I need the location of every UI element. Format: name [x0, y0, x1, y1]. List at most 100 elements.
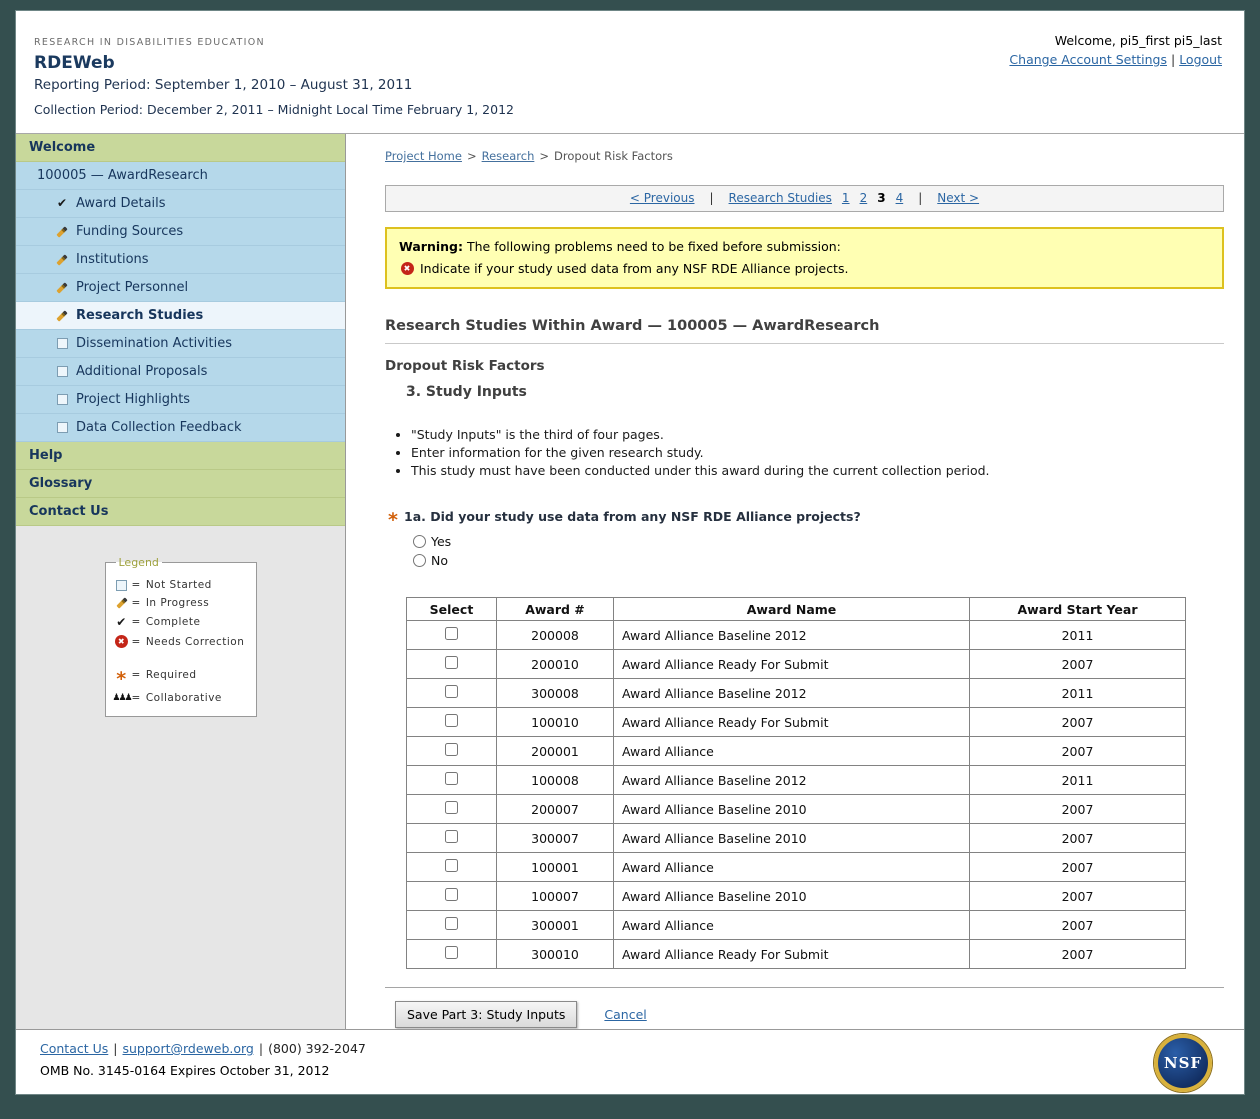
select-award-checkbox[interactable] [445, 656, 458, 669]
award-start-year-cell: 2007 [970, 853, 1186, 882]
sidebar-item[interactable]: Institutions [16, 246, 345, 274]
sidebar-item[interactable]: Additional Proposals [16, 358, 345, 386]
select-award-checkbox[interactable] [445, 859, 458, 872]
radio-option-yes[interactable]: Yes [413, 532, 1224, 551]
select-cell [407, 766, 497, 795]
sidebar-item[interactable]: Dissemination Activities [16, 330, 345, 358]
previous-page-link[interactable]: < Previous [630, 191, 695, 205]
table-row: 200010 Award Alliance Ready For Submit 2… [407, 650, 1186, 679]
table-row: 300001 Award Alliance 2007 [407, 911, 1186, 940]
award-number-cell: 300001 [497, 911, 614, 940]
sidebar-item[interactable]: Data Collection Feedback [16, 414, 345, 442]
instruction-item: Enter information for the given research… [411, 445, 1224, 460]
page-number-link[interactable]: 4 [896, 191, 904, 205]
sidebar-item[interactable]: Funding Sources [16, 218, 345, 246]
equals-sign: = [132, 579, 141, 591]
award-name-cell: Award Alliance [614, 911, 970, 940]
table-header-row: Select Award # Award Name Award Start Ye… [407, 598, 1186, 621]
legend-item: = Not Started [114, 579, 248, 591]
breadcrumb-separator: > [539, 149, 549, 163]
reporting-period: Reporting Period: September 1, 2010 – Au… [34, 77, 1244, 93]
sidebar-item-label: Data Collection Feedback [76, 414, 242, 441]
sidebar-item[interactable]: Award Details [16, 190, 345, 218]
equals-sign: = [132, 669, 141, 681]
warning-box: Warning:The following problems need to b… [385, 227, 1224, 289]
legend-title: Legend [116, 556, 162, 569]
yes-radio[interactable] [413, 535, 426, 548]
sidebar-item[interactable]: Project Personnel [16, 274, 345, 302]
sidebar: Welcome 100005 — AwardResearch Award Det… [16, 134, 346, 1029]
page-number-link[interactable]: 1 [842, 191, 850, 205]
form-actions: Save Part 3: Study Inputs Cancel [395, 1001, 1224, 1028]
no-radio[interactable] [413, 554, 426, 567]
breadcrumb-project-home-link[interactable]: Project Home [385, 149, 462, 163]
award-number-cell: 300008 [497, 679, 614, 708]
welcome-user: Welcome, pi5_first pi5_last [1009, 33, 1222, 48]
square-icon [54, 394, 70, 405]
logout-link[interactable]: Logout [1179, 52, 1222, 67]
select-cell [407, 679, 497, 708]
sidebar-item-label: Award Details [76, 190, 166, 217]
footer-contact-us-link[interactable]: Contact Us [40, 1041, 108, 1056]
award-name-cell: Award Alliance Baseline 2012 [614, 766, 970, 795]
sidebar-item-contact-us[interactable]: Contact Us [16, 498, 345, 526]
select-award-checkbox[interactable] [445, 743, 458, 756]
research-studies-link[interactable]: Research Studies [729, 191, 832, 205]
award-name-cell: Award Alliance Baseline 2010 [614, 882, 970, 911]
select-cell [407, 708, 497, 737]
change-account-settings-link[interactable]: Change Account Settings [1009, 52, 1167, 67]
page-heading: 3. Study Inputs [406, 384, 1224, 400]
question-1a-options: Yes No [413, 532, 1224, 570]
table-row: 200007 Award Alliance Baseline 2010 2007 [407, 795, 1186, 824]
people-icon [114, 693, 130, 703]
cancel-link[interactable]: Cancel [604, 1007, 646, 1022]
select-award-checkbox[interactable] [445, 714, 458, 727]
main-content: Project Home>Research>Dropout Risk Facto… [346, 134, 1244, 1029]
next-page-link[interactable]: Next > [937, 191, 979, 205]
award-start-year-cell: 2007 [970, 911, 1186, 940]
pagination-bar: < Previous|Research Studies1234|Next > [385, 185, 1224, 212]
radio-option-no[interactable]: No [413, 551, 1224, 570]
table-row: 200008 Award Alliance Baseline 2012 2011 [407, 621, 1186, 650]
sidebar-item-welcome[interactable]: Welcome [16, 134, 345, 162]
legend-item-label: Complete [146, 616, 201, 628]
support-email-link[interactable]: support@rdeweb.org [123, 1041, 254, 1056]
save-button[interactable]: Save Part 3: Study Inputs [395, 1001, 577, 1028]
award-name-cell: Award Alliance Baseline 2012 [614, 621, 970, 650]
separator: | [710, 191, 714, 205]
legend-item: = Complete [114, 615, 248, 629]
page-number-link: 3 [877, 191, 885, 205]
select-cell [407, 940, 497, 969]
award-number-cell: 100008 [497, 766, 614, 795]
award-number-cell: 100001 [497, 853, 614, 882]
select-award-checkbox[interactable] [445, 685, 458, 698]
sidebar-item-award[interactable]: 100005 — AwardResearch [16, 162, 345, 190]
sidebar-item[interactable]: Project Highlights [16, 386, 345, 414]
sidebar-item[interactable]: Research Studies [16, 302, 345, 330]
select-award-checkbox[interactable] [445, 801, 458, 814]
select-award-checkbox[interactable] [445, 888, 458, 901]
page-number-link[interactable]: 2 [860, 191, 868, 205]
column-header-select: Select [407, 598, 497, 621]
award-start-year-cell: 2007 [970, 650, 1186, 679]
select-award-checkbox[interactable] [445, 627, 458, 640]
breadcrumb-separator: > [467, 149, 477, 163]
nsf-logo-text: NSF [1164, 1054, 1202, 1072]
sidebar-lower-panel: Legend = Not Started = In Progress [16, 526, 345, 1029]
sidebar-item-glossary[interactable]: Glossary [16, 470, 345, 498]
breadcrumb-research-link[interactable]: Research [482, 149, 535, 163]
nsf-logo: NSF [1154, 1034, 1212, 1092]
award-number-cell: 200007 [497, 795, 614, 824]
award-start-year-cell: 2011 [970, 621, 1186, 650]
select-award-checkbox[interactable] [445, 830, 458, 843]
select-award-checkbox[interactable] [445, 946, 458, 959]
select-award-checkbox[interactable] [445, 772, 458, 785]
select-award-checkbox[interactable] [445, 917, 458, 930]
select-cell [407, 737, 497, 766]
sidebar-item-label: Project Personnel [76, 274, 188, 301]
award-number-cell: 100010 [497, 708, 614, 737]
alliance-awards-table: Select Award # Award Name Award Start Ye… [406, 597, 1186, 969]
award-name-cell: Award Alliance [614, 737, 970, 766]
sidebar-item-help[interactable]: Help [16, 442, 345, 470]
award-start-year-cell: 2007 [970, 795, 1186, 824]
